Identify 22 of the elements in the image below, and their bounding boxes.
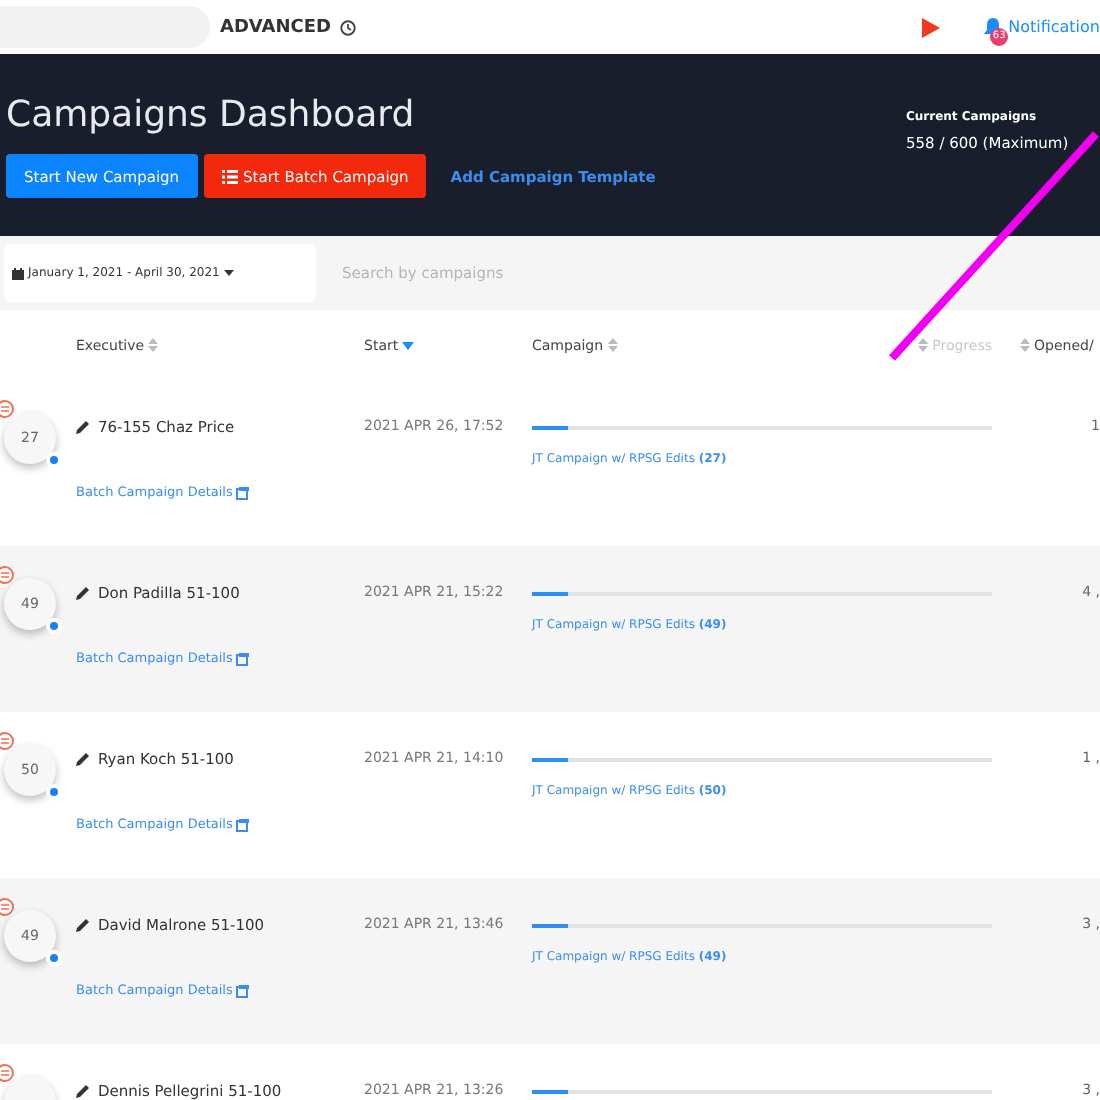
sort-down-icon[interactable] xyxy=(402,341,415,349)
notification-link[interactable]: Notification xyxy=(1008,18,1100,36)
window-icon xyxy=(236,485,251,499)
pencil-icon[interactable] xyxy=(76,586,90,600)
window-icon xyxy=(236,817,251,831)
page-title: Campaigns Dashboard xyxy=(6,94,417,136)
pencil-icon[interactable] xyxy=(76,918,90,932)
window-icon xyxy=(236,651,251,665)
play-icon[interactable] xyxy=(922,17,941,37)
pencil-icon[interactable] xyxy=(76,420,90,434)
caret-icon xyxy=(223,270,234,276)
clock-icon xyxy=(339,19,356,35)
pencil-icon[interactable] xyxy=(76,752,90,766)
mode-label: ADVANCED xyxy=(220,17,332,37)
calendar-icon xyxy=(12,267,24,279)
status-dot-icon xyxy=(46,784,62,800)
status-dot-icon xyxy=(46,452,62,468)
list-icon xyxy=(221,169,238,183)
status-dot-icon xyxy=(46,950,62,966)
pencil-icon[interactable] xyxy=(76,1084,90,1098)
status-dot-icon xyxy=(46,618,62,634)
window-icon xyxy=(236,983,251,997)
